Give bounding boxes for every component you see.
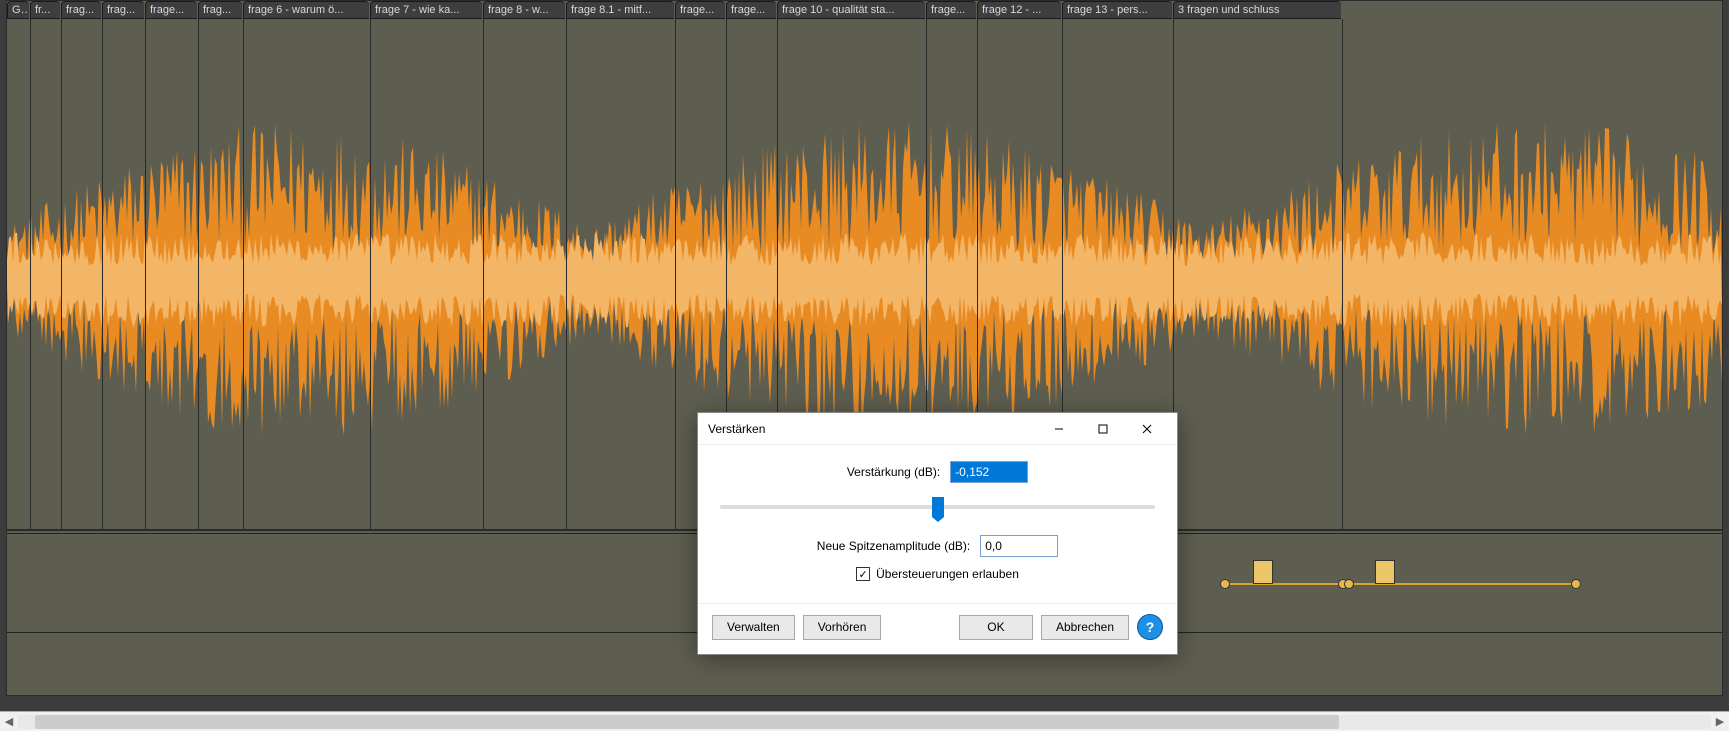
maximize-icon [1098, 424, 1108, 434]
label-marker[interactable] [1253, 560, 1273, 584]
clip-label[interactable]: frage 7 - wie ka... [370, 1, 482, 19]
help-button[interactable]: ? [1137, 614, 1163, 640]
maximize-button[interactable] [1081, 414, 1125, 444]
clip-label[interactable]: frage 8 - w... [483, 1, 565, 19]
clip-label[interactable]: frage 10 - qualität sta... [777, 1, 925, 19]
slider-thumb[interactable] [932, 497, 944, 517]
clip-divider [675, 19, 676, 529]
clip-label[interactable]: frage... [675, 1, 725, 19]
close-button[interactable] [1125, 414, 1169, 444]
cancel-button[interactable]: Abbrechen [1041, 615, 1129, 640]
clip-label[interactable]: frage... [726, 1, 776, 19]
gain-slider[interactable] [716, 493, 1159, 521]
clip-label[interactable]: frag... [61, 1, 101, 19]
preview-button[interactable]: Vorhören [803, 615, 882, 640]
envelope-node[interactable] [1344, 579, 1354, 589]
ok-button[interactable]: OK [959, 615, 1033, 640]
clip-divider [243, 19, 244, 529]
scroll-thumb[interactable] [35, 715, 1339, 729]
clip-label[interactable]: 3 fragen und schluss [1173, 1, 1341, 19]
dialog-titlebar[interactable]: Verstärken [698, 413, 1177, 445]
clip-divider [102, 19, 103, 529]
label-marker[interactable] [1375, 560, 1395, 584]
clip-label[interactable]: frage 6 - warum ö... [243, 1, 369, 19]
clip-label[interactable]: frage... [145, 1, 197, 19]
clip-label[interactable]: frage 12 - ... [977, 1, 1061, 19]
manage-button[interactable]: Verwalten [712, 615, 795, 640]
horizontal-scrollbar[interactable]: ◀ ▶ [0, 711, 1729, 731]
clip-divider [566, 19, 567, 529]
allow-clipping-label: Übersteuerungen erlauben [876, 567, 1019, 581]
clip-label[interactable]: frage 8.1 - mitf... [566, 1, 674, 19]
envelope-segment[interactable] [1225, 583, 1343, 585]
allow-clipping-checkbox[interactable]: ✓ [856, 567, 870, 581]
clip-divider [1342, 19, 1343, 529]
scroll-track[interactable] [18, 715, 1711, 729]
dialog-title: Verstärken [708, 422, 1037, 436]
amplify-dialog: Verstärken Verstärkung (dB): Neue Spitze… [697, 412, 1178, 655]
clip-divider [145, 19, 146, 529]
peak-label: Neue Spitzenamplitude (dB): [817, 539, 970, 553]
envelope-node[interactable] [1571, 579, 1581, 589]
clip-label[interactable]: frage... [926, 1, 976, 19]
clip-divider [198, 19, 199, 529]
scroll-left-button[interactable]: ◀ [0, 713, 18, 731]
clip-divider [483, 19, 484, 529]
gain-input[interactable] [950, 461, 1028, 483]
minimize-icon [1054, 424, 1064, 434]
close-icon [1142, 424, 1152, 434]
gain-label: Verstärkung (dB): [847, 465, 940, 479]
clip-label[interactable]: fr... [30, 1, 60, 19]
clip-label[interactable]: G... [7, 1, 29, 19]
peak-input[interactable] [980, 535, 1058, 557]
minimize-button[interactable] [1037, 414, 1081, 444]
clip-divider [370, 19, 371, 529]
clip-label[interactable]: frag... [198, 1, 242, 19]
envelope-node[interactable] [1220, 579, 1230, 589]
clip-label[interactable]: frage 13 - pers... [1062, 1, 1172, 19]
clip-label[interactable]: frag... [102, 1, 144, 19]
clip-divider [61, 19, 62, 529]
clip-divider [30, 19, 31, 529]
clip-label-row: G...fr...frag...frag...frage...frag...fr… [7, 1, 1722, 19]
scroll-right-button[interactable]: ▶ [1711, 713, 1729, 731]
